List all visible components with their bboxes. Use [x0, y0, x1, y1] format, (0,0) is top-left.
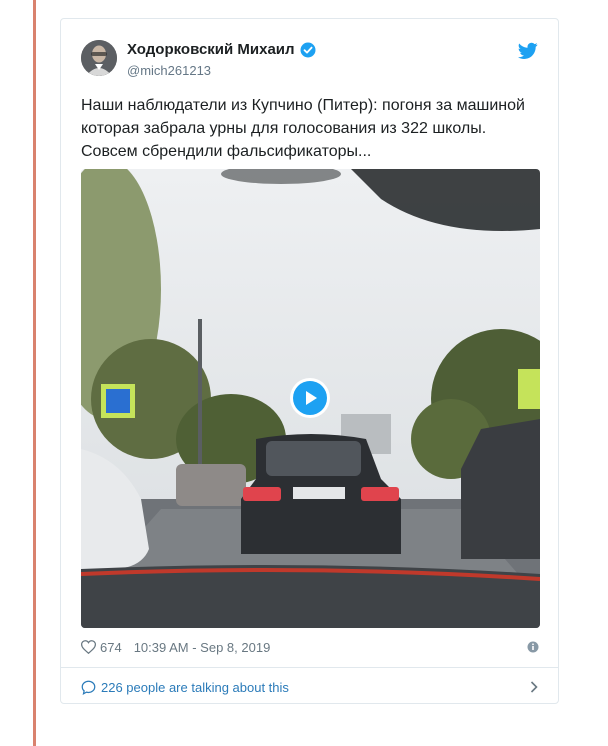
- author-name-row[interactable]: Ходорковский Михаил: [127, 41, 316, 58]
- like-button[interactable]: 674: [81, 640, 122, 655]
- chevron-right-icon[interactable]: [529, 681, 539, 693]
- author-handle[interactable]: @mich261213: [127, 63, 211, 78]
- tweet-text: Наши наблюдатели из Купчино (Питер): пог…: [81, 97, 525, 160]
- embedded-tweet-card: Ходорковский Михаил @mich261213 Наши наб…: [60, 18, 559, 704]
- play-button[interactable]: [293, 381, 327, 415]
- video-media[interactable]: [81, 169, 540, 628]
- info-icon[interactable]: [527, 641, 539, 653]
- like-count: 674: [100, 639, 122, 655]
- conversation-link[interactable]: 226 people are talking about this: [81, 677, 539, 697]
- avatar-portrait: [81, 40, 117, 76]
- heart-icon: [81, 640, 96, 654]
- verified-badge-icon: [300, 42, 316, 57]
- twitter-bird-icon[interactable]: [518, 42, 538, 60]
- conversation-text[interactable]: 226 people are talking about this: [101, 680, 289, 695]
- author-name[interactable]: Ходорковский Михаил: [127, 41, 295, 58]
- divider: [61, 667, 558, 668]
- tweet-timestamp[interactable]: 10:39 AM - Sep 8, 2019: [134, 640, 271, 655]
- avatar[interactable]: [81, 40, 117, 76]
- tweet-meta-row: 674 10:39 AM - Sep 8, 2019: [81, 637, 539, 657]
- left-border-rule: [33, 0, 36, 746]
- speech-bubble-icon: [81, 680, 96, 695]
